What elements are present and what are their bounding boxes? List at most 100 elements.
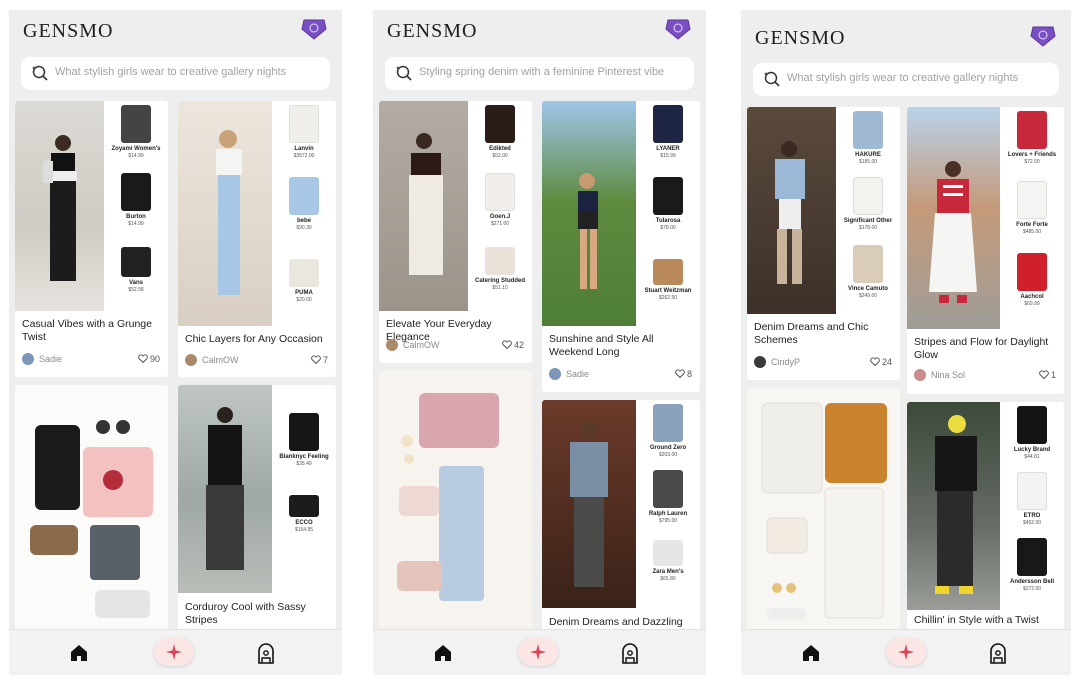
app-screen-1: GENSMO What stylish girls wear to creati… <box>9 10 342 675</box>
header: GENSMO <box>9 10 342 55</box>
product-item[interactable]: Tularosa $78.00 <box>636 177 700 231</box>
product-name: Aachcol <box>1020 294 1044 300</box>
product-item[interactable]: Zoyami Women's $14.99 <box>104 105 168 159</box>
outfit-card[interactable]: HAKURE $185.00 Significant Other $178.00 V… <box>747 107 900 380</box>
outfit-title: Corduroy Cool with Sassy Stripes <box>185 601 306 626</box>
home-icon[interactable] <box>801 643 821 663</box>
search-placeholder: What stylish girls wear to creative gall… <box>787 72 1019 84</box>
outfit-card[interactable] <box>15 385 168 635</box>
product-item[interactable]: PUMA $20.00 <box>272 259 336 303</box>
closet-icon[interactable] <box>256 642 276 664</box>
create-button[interactable] <box>886 638 926 666</box>
product-item[interactable]: Lanvin $3572.00 <box>272 105 336 159</box>
product-thumb <box>1017 472 1047 510</box>
home-icon[interactable] <box>69 643 89 663</box>
product-item[interactable]: Ralph Lauren $795.00 <box>636 470 700 524</box>
product-name: Vince Camuto <box>848 286 888 292</box>
home-icon[interactable] <box>433 643 453 663</box>
like-count[interactable]: 7 <box>311 355 328 365</box>
app-logo: GENSMO <box>387 20 478 42</box>
like-count[interactable]: 24 <box>870 357 892 367</box>
outfit-image: Zoyami Women's $14.99 Burton $14.99 Vans $5… <box>15 101 168 311</box>
outfit-card[interactable] <box>379 371 532 635</box>
product-thumb <box>653 259 683 285</box>
outfit-card[interactable]: Lovers + Friends $72.00 Forte Forte $485.0… <box>907 107 1064 394</box>
shield-badge-icon[interactable] <box>300 17 328 41</box>
product-list: Lovers + Friends $72.00 Forte Forte $485.0… <box>1000 107 1064 329</box>
header: GENSMO <box>373 10 706 55</box>
product-item[interactable]: Significant Other $178.00 <box>836 177 900 231</box>
closet-icon[interactable] <box>988 642 1008 664</box>
product-item[interactable]: Blanknyc Feeling $35.49 <box>272 413 336 467</box>
outfit-photo <box>379 101 474 311</box>
product-name: Forte Forte <box>1016 222 1048 228</box>
outfit-card[interactable]: Lucky Brand $44.81 ETRO $452.00 Andersson … <box>907 402 1064 630</box>
product-name: bebe <box>296 218 311 224</box>
shield-badge-icon[interactable] <box>664 17 692 41</box>
outfit-photo <box>542 400 637 608</box>
product-item[interactable]: LYANER $15.99 <box>636 105 700 159</box>
product-price: $65.80 <box>660 576 676 582</box>
like-count[interactable]: 1 <box>1039 370 1056 380</box>
heart-icon <box>1039 370 1049 379</box>
product-price: $154.95 <box>294 527 314 533</box>
product-item[interactable]: Zara Men's $65.80 <box>636 540 700 582</box>
like-count[interactable]: 90 <box>138 354 160 364</box>
product-name: Lovers + Friends <box>1007 152 1057 158</box>
search-input[interactable]: What stylish girls wear to creative gall… <box>21 57 330 90</box>
outfit-photo <box>747 107 840 314</box>
product-name: ETRO <box>1023 513 1041 519</box>
product-item[interactable]: Catering Studded $51.10 <box>468 247 532 291</box>
product-item[interactable]: HAKURE $185.00 <box>836 111 900 165</box>
create-button[interactable] <box>154 638 194 666</box>
outfit-card[interactable]: Blanknyc Feeling $35.49 ECCO $154.95 Cordu… <box>178 385 336 635</box>
outfit-image: Ground Zero $203.00 Ralph Lauren $795.00 Z… <box>542 400 700 608</box>
outfit-card[interactable]: Zoyami Women's $14.99 Burton $14.99 Vans $5… <box>15 101 168 377</box>
product-price: $795.00 <box>658 518 678 524</box>
product-price: $69.99 <box>1024 301 1040 307</box>
product-name: Significant Other <box>843 218 893 224</box>
search-sparkle-icon <box>395 64 413 82</box>
outfit-card[interactable]: Lanvin $3572.00 bebe $90.30 PUMA $20.00 Chi… <box>178 101 336 377</box>
outfit-card[interactable]: LYANER $15.99 Tularosa $78.00 Stuart Weitz… <box>542 101 700 392</box>
product-item[interactable]: Ground Zero $203.00 <box>636 404 700 458</box>
product-item[interactable]: Stuart Weitzman $262.50 <box>636 259 700 301</box>
product-price: $72.00 <box>1024 159 1040 165</box>
product-thumb <box>485 105 515 143</box>
outfit-title: Chillin' in Style with a Twist <box>914 614 1039 626</box>
search-input[interactable]: Styling spring denim with a feminine Pin… <box>385 57 694 90</box>
product-item[interactable]: Lovers + Friends $72.00 <box>1000 111 1064 165</box>
product-item[interactable]: Forte Forte $485.00 <box>1000 181 1064 235</box>
outfit-card[interactable] <box>747 388 900 630</box>
outfit-title: Denim Dreams and Chic Schemes <box>754 321 869 346</box>
like-count[interactable]: 8 <box>675 369 692 379</box>
product-item[interactable]: Edikted $52.00 <box>468 105 532 159</box>
product-item[interactable]: Lucky Brand $44.81 <box>1000 406 1064 460</box>
like-count[interactable]: 42 <box>502 340 524 350</box>
product-item[interactable]: Goen.J $271.00 <box>468 173 532 227</box>
bottom-nav <box>741 629 1071 675</box>
outfit-card[interactable]: Ground Zero $203.00 Ralph Lauren $795.00 Z… <box>542 400 700 635</box>
shield-badge-icon[interactable] <box>1029 24 1057 48</box>
closet-icon[interactable] <box>620 642 640 664</box>
create-button[interactable] <box>518 638 558 666</box>
product-thumb <box>485 247 515 275</box>
product-item[interactable]: Burton $14.99 <box>104 173 168 227</box>
product-item[interactable]: Vince Camuto $249.00 <box>836 245 900 299</box>
product-name: Andersson Bell <box>1009 579 1054 585</box>
search-input[interactable]: What stylish girls wear to creative gall… <box>753 63 1059 96</box>
product-name: Lucky Brand <box>1013 447 1051 453</box>
product-item[interactable]: ETRO $452.00 <box>1000 472 1064 526</box>
bottom-nav <box>9 629 342 675</box>
product-item[interactable]: Vans $52.58 <box>104 247 168 293</box>
product-item[interactable]: Andersson Bell $272.00 <box>1000 538 1064 592</box>
outfit-card[interactable]: Edikted $52.00 Goen.J $271.00 Catering Stu… <box>379 101 532 363</box>
username: CalmOW <box>403 340 440 350</box>
product-item[interactable]: bebe $90.30 <box>272 177 336 231</box>
product-name: Burton <box>126 214 146 220</box>
product-thumb <box>121 105 151 143</box>
product-item[interactable]: Aachcol $69.99 <box>1000 253 1064 307</box>
product-list: LYANER $15.99 Tularosa $78.00 Stuart Weitz… <box>636 101 700 326</box>
product-item[interactable]: ECCO $154.95 <box>272 495 336 533</box>
product-thumb <box>485 173 515 211</box>
